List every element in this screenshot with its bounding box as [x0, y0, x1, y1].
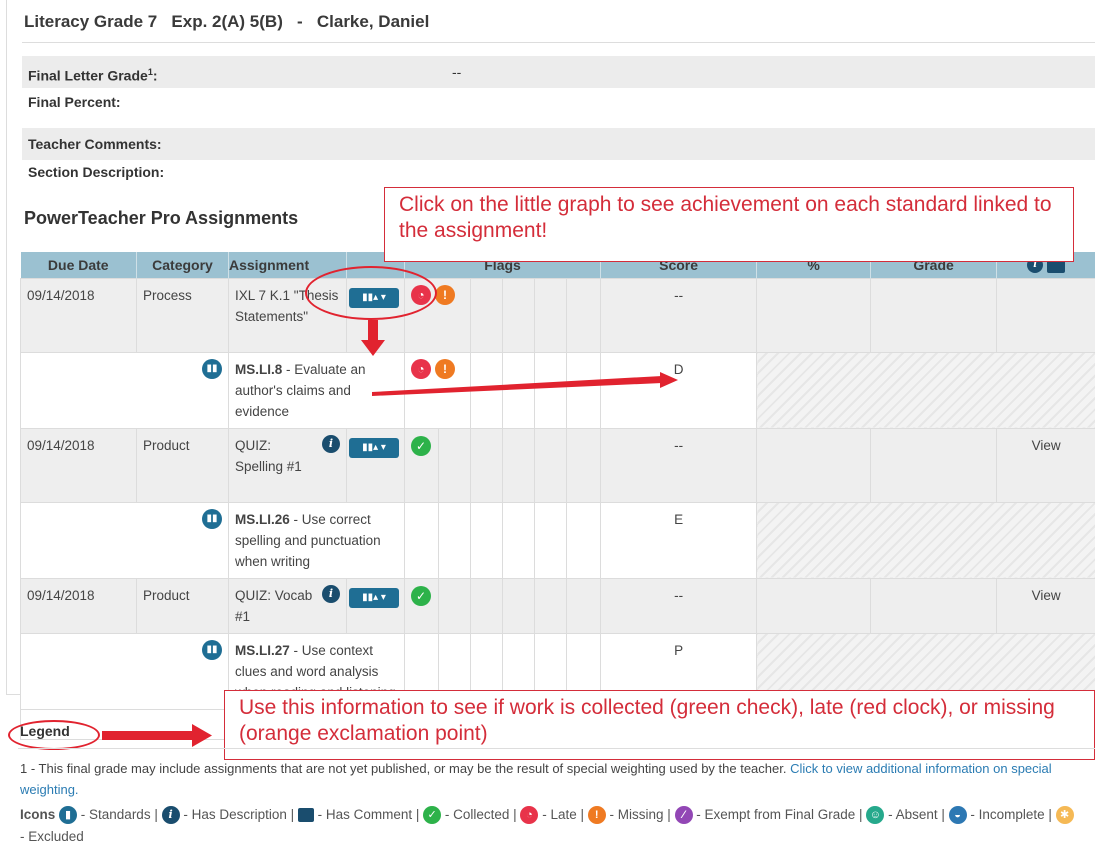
- exempt-icon: ⁄: [674, 806, 693, 825]
- excluded-icon: ✱: [1055, 806, 1074, 825]
- collected-legend-text: - Collected |: [441, 807, 521, 822]
- title-divider: [22, 42, 1095, 43]
- due-date-cell: 09/14/2018: [20, 577, 137, 634]
- standards-icon: ▮▮: [202, 639, 222, 660]
- missing-exclamation-icon: !: [435, 284, 455, 305]
- assignments-section-title: PowerTeacher Pro Assignments: [24, 208, 299, 228]
- footnote-body: 1 - This final grade may include assignm…: [20, 761, 791, 776]
- assignment-name[interactable]: QUIZ: Spelling #1: [235, 435, 315, 477]
- header-due-date[interactable]: Due Date: [20, 252, 137, 278]
- standard-score-cell: D: [600, 351, 758, 429]
- absent-icon: ☺: [866, 806, 885, 825]
- assignment-name-cell[interactable]: QUIZ: Spelling #1 i: [228, 427, 347, 503]
- standards-graph-button[interactable]: ▮▮▴ ▾: [349, 587, 399, 608]
- view-link[interactable]: [996, 277, 1095, 353]
- assignment-name[interactable]: QUIZ: Vocab #1: [235, 585, 315, 627]
- legend-divider: [18, 748, 1095, 749]
- page-title: Literacy Grade 7 Exp. 2(A) 5(B) - Clarke…: [24, 12, 430, 31]
- standard-code: MS.LI.27: [235, 642, 290, 658]
- collected-check-icon: ✓: [411, 585, 431, 606]
- exempt-legend-text: - Exempt from Final Grade |: [692, 807, 867, 822]
- icons-label: Icons: [20, 807, 56, 822]
- absent-legend-text: - Absent |: [884, 807, 949, 822]
- missing-exclamation-icon: !: [587, 806, 606, 825]
- late-legend-text: - Late |: [538, 807, 588, 822]
- standard-code: MS.LI.26: [235, 511, 290, 527]
- has-comment-icon: [297, 808, 314, 823]
- has-description-icon[interactable]: i: [322, 584, 340, 603]
- excluded-legend-text: - Excluded: [20, 829, 84, 844]
- standard-row: ▮▮ MS.LI.8 - Evaluate an author's claims…: [20, 351, 1095, 429]
- view-link[interactable]: View: [996, 577, 1095, 634]
- graph-button-highlight-ellipse: [305, 266, 437, 320]
- standard-row: ▮▮ MS.LI.26 - Use correct spelling and p…: [20, 501, 1095, 579]
- standards-legend-text: - Standards |: [77, 807, 162, 822]
- view-link[interactable]: View: [996, 427, 1095, 503]
- missing-exclamation-icon: !: [435, 358, 455, 379]
- header-category[interactable]: Category: [136, 252, 229, 278]
- standards-graph-cell: ▮▮▴ ▾: [346, 577, 405, 634]
- table-row: 09/14/2018 Process IXL 7 K.1 "Thesis Sta…: [20, 277, 1095, 353]
- final-percent-row: Final Percent:: [22, 86, 1095, 118]
- score-cell: --: [600, 427, 758, 503]
- collected-check-icon: ✓: [423, 806, 442, 825]
- collected-check-icon: ✓: [411, 435, 431, 456]
- standards-icon: ▮: [59, 806, 78, 825]
- final-percent-label: Final Percent:: [28, 94, 121, 110]
- score-cell: --: [600, 577, 758, 634]
- has-description-icon: i: [161, 806, 180, 825]
- graph-callout-box: Click on the little graph to see achieve…: [384, 187, 1074, 262]
- category-cell: Process: [136, 277, 229, 353]
- flags-cell: ✓: [404, 577, 439, 634]
- due-date-cell: 09/14/2018: [20, 277, 137, 353]
- standard-description-cell: MS.LI.26 - Use correct spelling and punc…: [228, 501, 405, 579]
- late-clock-icon: ◔: [520, 806, 539, 825]
- final-letter-grade-row: Final Letter Grade1: --: [22, 56, 1095, 88]
- missing-legend-text: - Missing |: [605, 807, 675, 822]
- has-description-icon[interactable]: i: [322, 434, 340, 453]
- category-cell: Product: [136, 427, 229, 503]
- standards-graph-button[interactable]: ▮▮▴ ▾: [349, 437, 399, 458]
- description-legend-text: - Has Description |: [179, 807, 298, 822]
- standards-icon: ▮▮: [202, 358, 222, 379]
- score-cell: --: [600, 277, 758, 353]
- due-date-cell: 09/14/2018: [20, 427, 137, 503]
- flags-cell: ◔ !: [404, 351, 471, 429]
- assignment-name-cell[interactable]: QUIZ: Vocab #1 i: [228, 577, 347, 634]
- final-letter-value: --: [452, 64, 462, 80]
- legend-highlight-ellipse: [8, 720, 100, 750]
- incomplete-legend-text: - Incomplete |: [966, 807, 1056, 822]
- standard-code: MS.LI.8: [235, 361, 283, 377]
- final-letter-colon: :: [152, 67, 158, 84]
- legend-callout-box: Use this information to see if work is c…: [224, 690, 1095, 760]
- incomplete-icon: ◒: [948, 806, 967, 825]
- section-description-row: Section Description:: [22, 156, 1095, 188]
- table-row: 09/14/2018 Product QUIZ: Spelling #1 i ▮…: [20, 427, 1095, 503]
- icon-legend: Icons ▮ - Standards | i - Has Descriptio…: [20, 804, 1080, 846]
- late-clock-icon: ◔: [411, 358, 431, 379]
- standard-description-cell: MS.LI.8 - Evaluate an author's claims an…: [228, 351, 405, 429]
- category-cell: Product: [136, 577, 229, 634]
- footnote-text: 1 - This final grade may include assignm…: [20, 758, 1080, 800]
- standards-graph-cell: ▮▮▴ ▾: [346, 427, 405, 503]
- standard-score-cell: E: [600, 501, 758, 579]
- comment-legend-text: - Has Comment |: [313, 807, 424, 822]
- section-description-label: Section Description:: [28, 164, 165, 180]
- final-letter-label: Final Letter Grade: [28, 67, 148, 84]
- flags-cell: ✓: [404, 427, 439, 503]
- table-row: 09/14/2018 Product QUIZ: Vocab #1 i ▮▮▴ …: [20, 577, 1095, 634]
- teacher-comments-label: Teacher Comments:: [28, 136, 162, 152]
- assignments-table: Due Date Category Assignment Flags Score…: [19, 252, 1095, 740]
- standards-icon: ▮▮: [202, 508, 222, 529]
